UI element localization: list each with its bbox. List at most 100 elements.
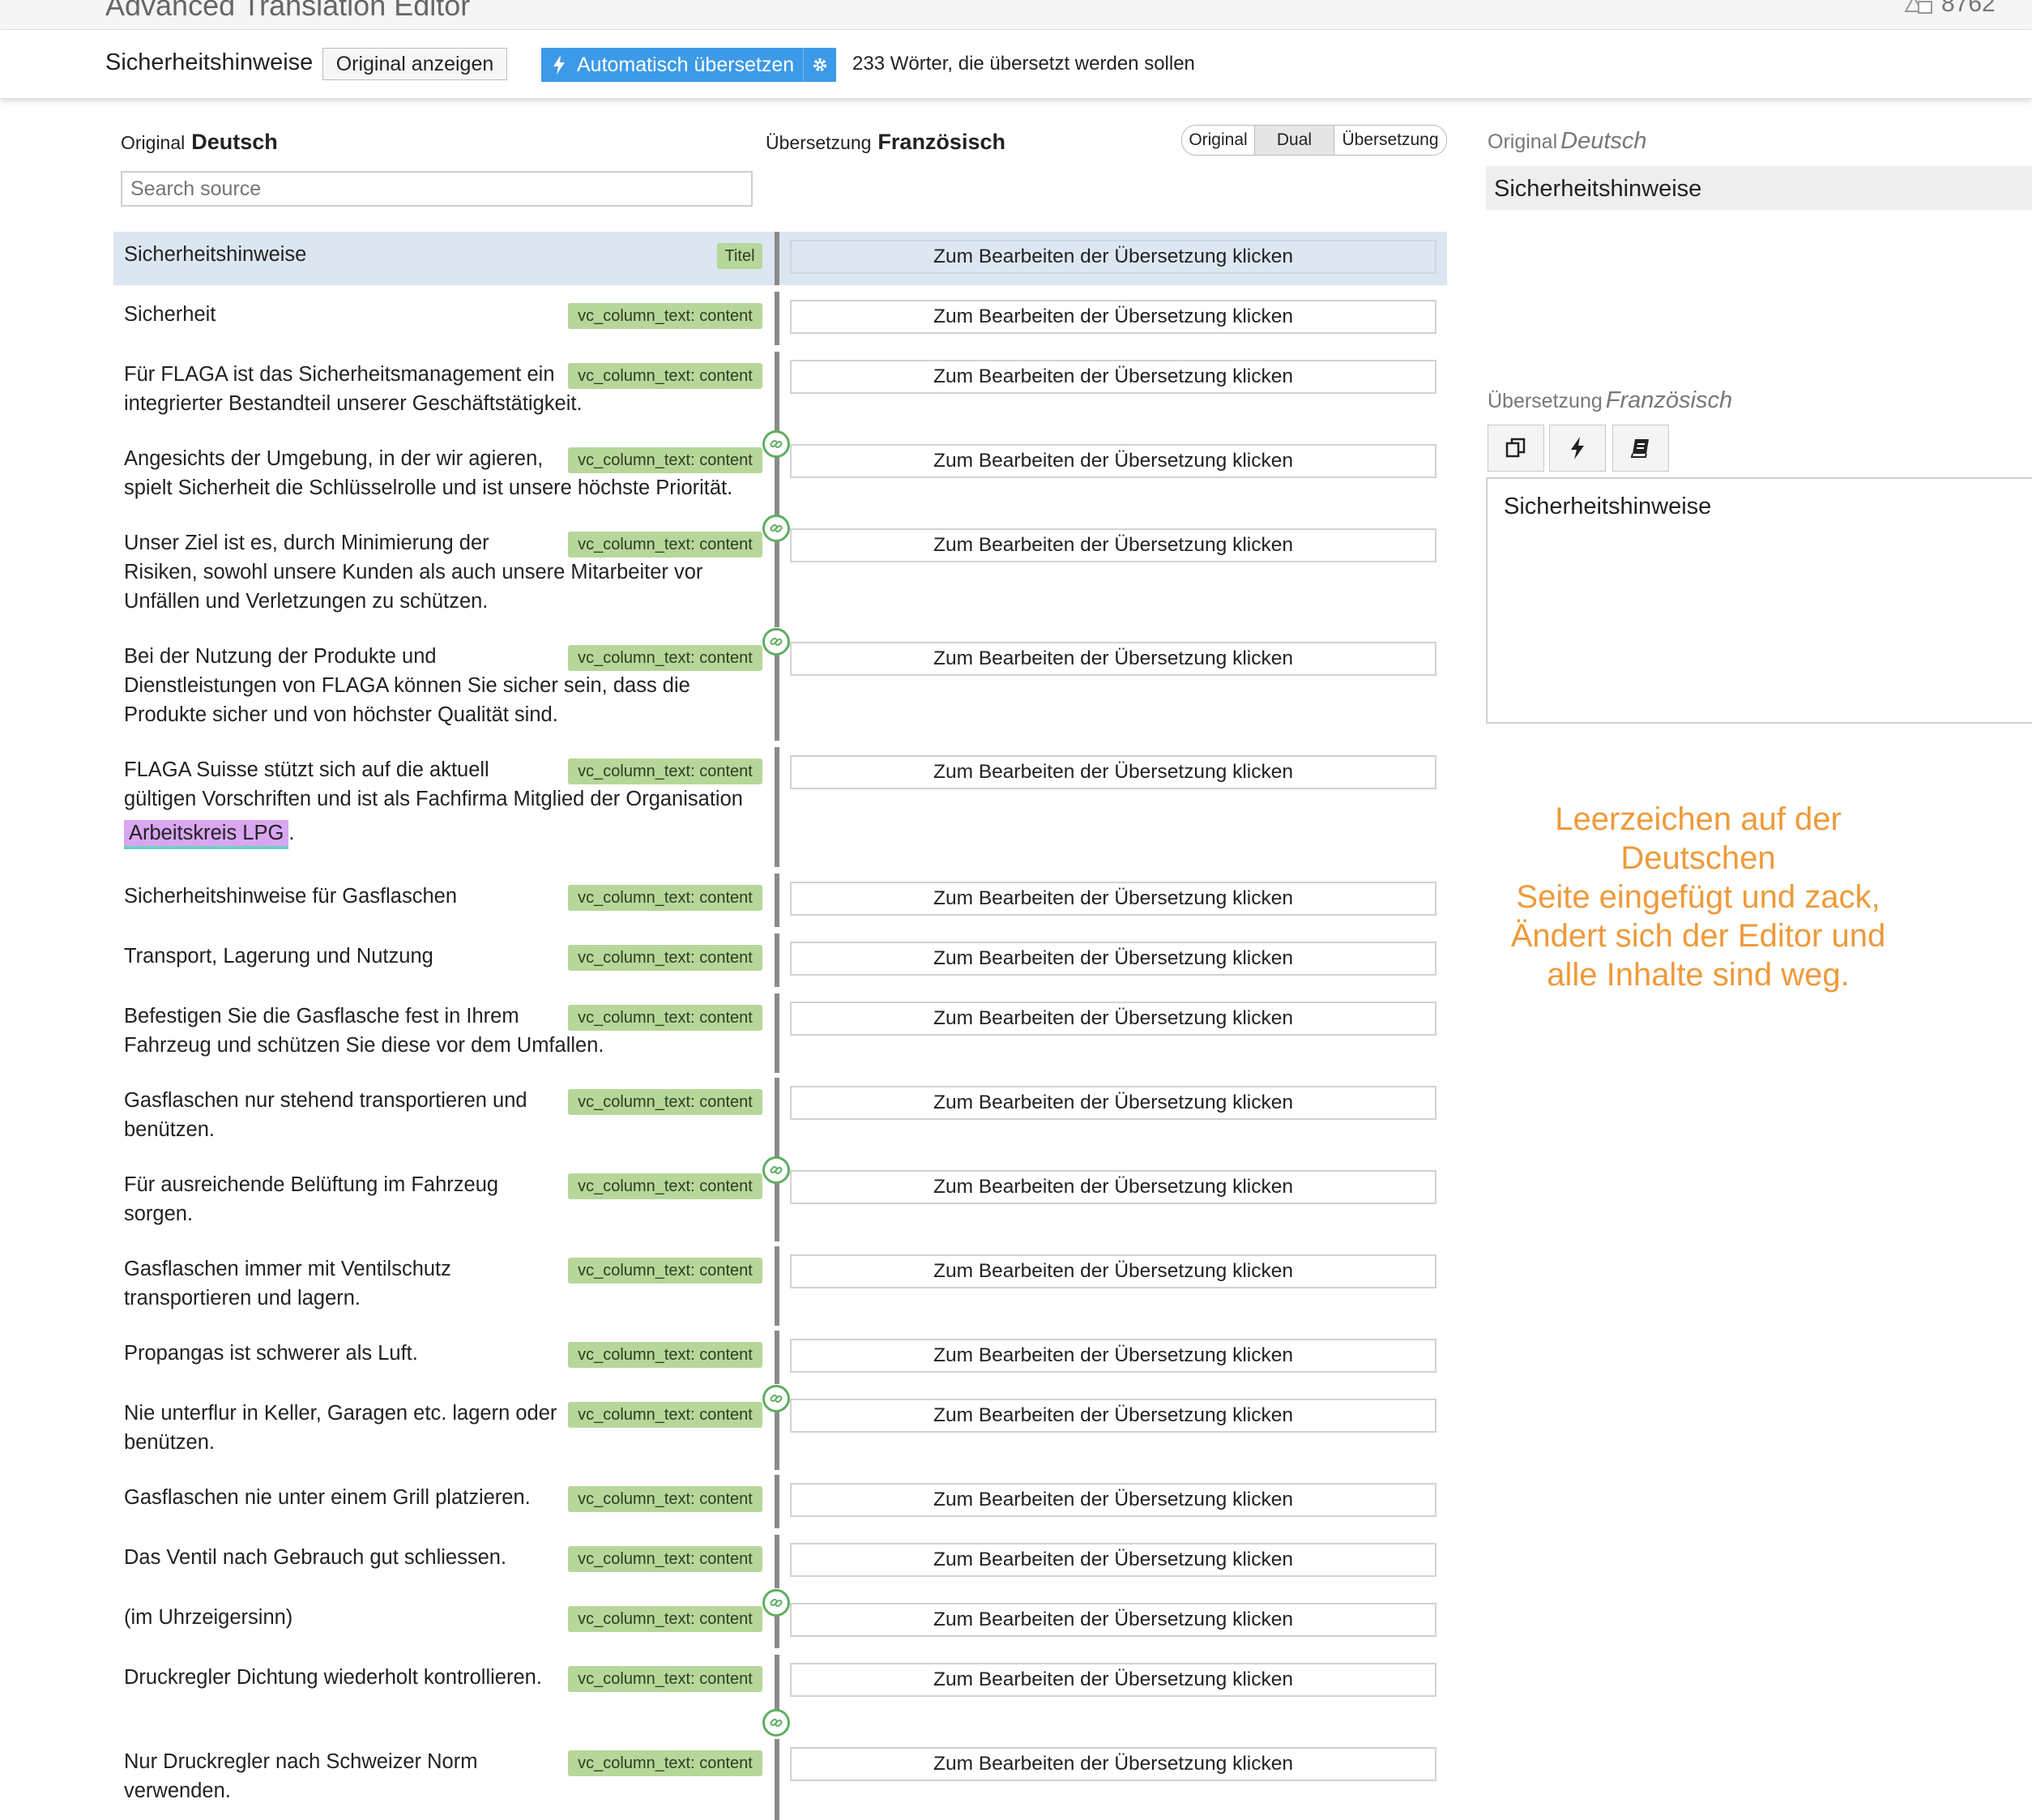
annotation-line: Ändert sich der Editor und (1510, 918, 1886, 954)
link-segments-button[interactable] (762, 430, 790, 458)
right-translation-language: Französisch (1605, 387, 1733, 413)
segment-type-badge: vc_column_text: content (568, 1258, 762, 1284)
link-segments-button[interactable] (762, 628, 790, 656)
translation-cell[interactable]: Zum Bearbeiten der Übersetzung klicken (790, 444, 1436, 478)
segment-type-badge: vc_column_text: content (568, 758, 762, 784)
original-language: Deutsch (191, 130, 278, 154)
source-line: Sicherheitshinweise (124, 243, 307, 266)
translation-cell[interactable]: Zum Bearbeiten der Übersetzung klicken (790, 1663, 1436, 1697)
column-divider (775, 993, 779, 1073)
translation-cell[interactable]: Zum Bearbeiten der Übersetzung klicken (790, 1747, 1436, 1781)
original-label: Original (121, 132, 186, 153)
segment-type-badge: vc_column_text: content (568, 1173, 762, 1199)
annotation-line: Seite eingefügt und zack, (1516, 879, 1880, 915)
translation-column-header: Übersetzung Französisch (766, 130, 1005, 155)
translation-cell[interactable]: Zum Bearbeiten der Übersetzung klicken (790, 1483, 1436, 1517)
column-divider (775, 352, 779, 431)
translation-cell[interactable]: Zum Bearbeiten der Übersetzung klicken (790, 1170, 1436, 1204)
word-count: 8762 (1941, 0, 1996, 17)
words-to-translate: 233 Wörter, die übersetzt werden sollen (852, 53, 1195, 75)
column-divider (775, 1739, 779, 1820)
copy-icon (1505, 438, 1526, 458)
source-line: Dienstleistungen von FLAGA können Sie si… (124, 674, 690, 697)
segment-type-badge: vc_column_text: content (568, 1486, 762, 1512)
segment-type-badge: vc_column_text: content (568, 1005, 762, 1031)
source-segment[interactable]: Sicherheitshinweise (124, 240, 764, 269)
source-line: transportieren und lagern. (124, 1287, 361, 1309)
view-original-button[interactable]: Original (1182, 126, 1255, 155)
link-segments-button[interactable] (762, 515, 790, 542)
source-line: Unfällen und Verletzungen zu schützen. (124, 590, 489, 613)
translation-cell[interactable]: Zum Bearbeiten der Übersetzung klicken (790, 942, 1436, 976)
translation-textarea[interactable]: Sicherheitshinweise (1486, 477, 2032, 724)
link-segments-button[interactable] (762, 1385, 790, 1412)
translation-cell[interactable]: Zum Bearbeiten der Übersetzung klicken (790, 1603, 1436, 1637)
segment-type-badge: vc_column_text: content (568, 532, 762, 558)
highlighted-term[interactable]: Arbeitskreis LPG (124, 820, 289, 849)
column-divider (775, 1331, 779, 1384)
right-translation-label: Übersetzung (1488, 390, 1603, 412)
link-icon (770, 1718, 783, 1728)
source-line: Produkte sicher und von höchster Qualitä… (124, 703, 558, 726)
translation-cell[interactable]: Zum Bearbeiten der Übersetzung klicken (790, 642, 1436, 676)
auto-translate-button[interactable]: Automatisch übersetzen (541, 48, 836, 82)
view-translation-button[interactable]: Übersetzung (1334, 126, 1446, 155)
translation-cell[interactable]: Zum Bearbeiten der Übersetzung klicken (790, 755, 1436, 789)
link-icon (770, 439, 783, 449)
translation-cell[interactable]: Zum Bearbeiten der Übersetzung klicken (790, 882, 1436, 916)
right-original-header: Original Deutsch (1488, 128, 1647, 155)
search-source-input[interactable] (121, 171, 753, 207)
show-original-button[interactable]: Original anzeigen (322, 48, 507, 80)
translation-cell[interactable]: Zum Bearbeiten der Übersetzung klicken (790, 1543, 1436, 1577)
translation-cell[interactable]: Zum Bearbeiten der Übersetzung klicken (790, 1086, 1436, 1120)
segment-type-badge: vc_column_text: content (568, 645, 762, 671)
translation-cell[interactable]: Zum Bearbeiten der Übersetzung klicken (790, 1002, 1436, 1036)
translation-cell[interactable]: Zum Bearbeiten der Übersetzung klicken (790, 1399, 1436, 1433)
source-line: Fahrzeug und schützen Sie diese vor dem … (124, 1034, 604, 1057)
segment-type-badge: vc_column_text: content (568, 1342, 762, 1368)
glossary-button[interactable] (1612, 425, 1669, 472)
link-segments-button[interactable] (762, 1589, 790, 1617)
copy-source-button[interactable] (1488, 425, 1544, 472)
translation-label: Übersetzung (766, 132, 872, 153)
link-segments-button[interactable] (762, 1709, 790, 1737)
segment-type-badge: vc_column_text: content (568, 303, 762, 329)
link-segments-button[interactable] (762, 1156, 790, 1184)
view-mode-toggle: Original Dual Übersetzung (1181, 125, 1447, 156)
translation-cell[interactable]: Zum Bearbeiten der Übersetzung klicken (790, 360, 1436, 394)
annotation-note: Leerzeichen auf der Deutschen Seite eing… (1488, 800, 1909, 994)
segment-type-badge: vc_column_text: content (568, 885, 762, 911)
toolbar: Sicherheitshinweise Original anzeigen Au… (0, 30, 2032, 99)
column-divider (775, 1535, 779, 1588)
column-divider (775, 232, 779, 285)
right-original-language: Deutsch (1560, 128, 1647, 154)
segment-type-badge: vc_column_text: content (568, 945, 762, 971)
document-title: Sicherheitshinweise (105, 49, 314, 75)
translation-cell[interactable]: Zum Bearbeiten der Übersetzung klicken (790, 1254, 1436, 1288)
column-divider (775, 1475, 779, 1528)
bolt-icon (541, 54, 577, 75)
machine-translate-button[interactable] (1549, 425, 1606, 472)
translation-cell[interactable]: Zum Bearbeiten der Übersetzung klicken (790, 528, 1436, 562)
bolt-icon (1571, 437, 1584, 459)
source-line: integrierter Bestandteil unserer Geschäf… (124, 392, 583, 415)
segment-type-badge: vc_column_text: content (568, 1606, 762, 1632)
translation-icon (1904, 0, 1932, 14)
auto-translate-label: Automatisch übersetzen (577, 53, 795, 76)
view-dual-button[interactable]: Dual (1255, 126, 1334, 155)
translation-cell[interactable]: Zum Bearbeiten der Übersetzung klicken (790, 1339, 1436, 1373)
column-divider (775, 292, 779, 345)
right-translation-header: Übersetzung Französisch (1488, 387, 1732, 414)
column-divider (775, 933, 779, 987)
gear-icon[interactable] (803, 48, 836, 82)
segment-type-badge: vc_column_text: content (568, 1402, 762, 1428)
annotation-line: alle Inhalte sind weg. (1547, 957, 1850, 993)
app-header: Advanced Translation Editor 8762 (0, 0, 2032, 30)
source-line: benützen. (124, 1431, 216, 1454)
segment-type-badge: vc_column_text: content (568, 1750, 762, 1776)
translation-cell[interactable]: Zum Bearbeiten der Übersetzung klicken (790, 300, 1436, 334)
link-icon (770, 637, 783, 647)
column-divider (775, 1078, 779, 1157)
translation-cell[interactable]: Zum Bearbeiten der Übersetzung klicken (790, 240, 1436, 274)
segment-type-badge: Titel (717, 243, 762, 269)
